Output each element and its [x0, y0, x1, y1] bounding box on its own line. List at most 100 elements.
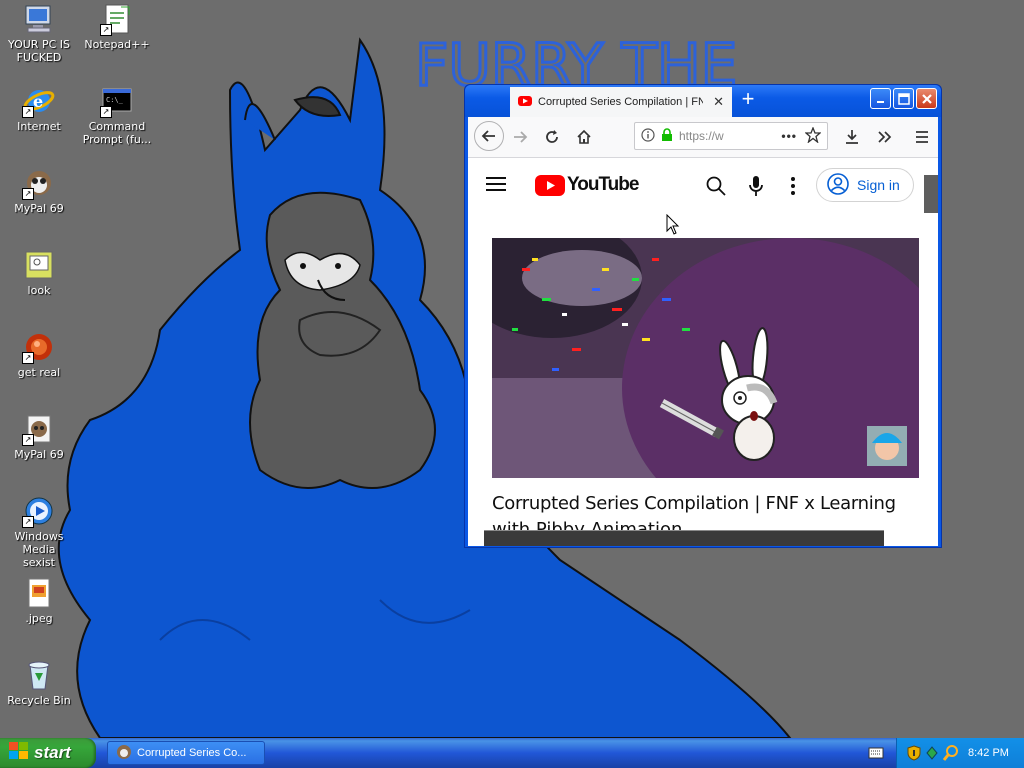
- jpeg-file-icon: [22, 576, 56, 610]
- video-thumbnail-image: [492, 238, 919, 478]
- minimize-icon: [876, 100, 884, 103]
- desktop-icon-my-computer[interactable]: YOUR PC IS FUCKED: [0, 2, 78, 64]
- svg-text:C:\_: C:\_: [106, 96, 124, 104]
- desktop-icon-command-prompt[interactable]: C:\_ ↗ Command Prompt (fu...: [78, 84, 156, 146]
- menu-button[interactable]: [910, 125, 934, 149]
- keyboard-icon[interactable]: [868, 746, 884, 765]
- browser-tab[interactable]: Corrupted Series Compilation | FNF ✕: [510, 87, 732, 117]
- video-title[interactable]: Corrupted Series Compilation | FNF x Lea…: [492, 492, 912, 516]
- reload-icon: [546, 130, 558, 143]
- desktop-icon-label: Internet: [17, 120, 61, 133]
- taskbar: start Corrupted Series Co... 8:42 PM: [0, 738, 1024, 768]
- close-button[interactable]: [916, 88, 937, 109]
- sign-in-button[interactable]: Sign in: [816, 168, 914, 202]
- desktop-icon-internet[interactable]: e ↗ Internet: [0, 84, 78, 133]
- url-bar[interactable]: https://w •••: [634, 122, 828, 150]
- maximize-button[interactable]: [893, 88, 914, 109]
- get-real-icon: ↗: [22, 330, 56, 364]
- desktop-icon-label: YOUR PC IS FUCKED: [7, 38, 70, 64]
- lock-icon: [661, 127, 673, 145]
- desktop-icon-label: Notepad++: [84, 38, 150, 51]
- mypal-icon: ↗: [22, 166, 56, 200]
- page-actions-icon[interactable]: •••: [781, 129, 797, 143]
- desktop-icon-windows-media[interactable]: ↗ Windows Media sexist: [0, 494, 78, 569]
- vertical-scrollbar[interactable]: [924, 175, 938, 213]
- security-shield-icon[interactable]: [907, 745, 921, 766]
- command-prompt-icon: C:\_ ↗: [100, 84, 134, 118]
- svg-text:e: e: [33, 92, 43, 111]
- info-icon[interactable]: [641, 127, 655, 145]
- start-label: start: [34, 743, 71, 762]
- windows-media-icon: ↗: [22, 494, 56, 528]
- web-page[interactable]: YouTube Sign in Corrupted Series Compila…: [468, 158, 938, 546]
- youtube-header: YouTube Sign in: [468, 158, 938, 214]
- hamburger-menu-icon: [916, 131, 928, 143]
- forward-button[interactable]: [508, 125, 532, 149]
- desktop-icon-label: MyPal 69: [14, 448, 64, 461]
- reload-button[interactable]: [540, 125, 564, 149]
- bookmark-star-icon[interactable]: [804, 125, 822, 146]
- browser-titlebar[interactable]: Corrupted Series Compilation | FNF ✕ +: [465, 85, 941, 117]
- desktop-icon-label: get real: [17, 366, 61, 379]
- maximize-icon: [897, 92, 910, 105]
- tab-close-icon[interactable]: ✕: [713, 94, 724, 110]
- desktop-icon-look[interactable]: look: [0, 248, 78, 297]
- browser-toolbar: https://w •••: [468, 117, 938, 158]
- mypal-icon: ↗: [22, 412, 56, 446]
- video-thumbnail[interactable]: [492, 238, 919, 478]
- desktop-icon-label: Recycle Bin: [7, 694, 71, 707]
- desktop-icon-label: Windows Media sexist: [14, 530, 64, 569]
- my-computer-icon: [22, 2, 56, 36]
- close-icon: [921, 93, 932, 104]
- more-vertical-icon[interactable]: [790, 176, 796, 201]
- notepad-plus-plus-icon: ↗: [100, 2, 134, 36]
- url-text[interactable]: https://w: [679, 129, 739, 143]
- home-icon: [577, 129, 591, 144]
- recycle-bin-icon: [22, 658, 56, 692]
- desktop-icon-get-real[interactable]: ↗ get real: [0, 330, 78, 379]
- desktop-icon-notepad-plus-plus[interactable]: ↗ Notepad++: [78, 2, 156, 51]
- search-tray-icon[interactable]: [942, 745, 959, 766]
- new-tab-button[interactable]: +: [737, 88, 759, 111]
- back-button[interactable]: [474, 121, 504, 151]
- account-circle-icon: [827, 172, 849, 198]
- microphone-icon[interactable]: [748, 175, 764, 202]
- download-icon: [846, 130, 858, 144]
- desktop-icon-recycle-bin[interactable]: Recycle Bin: [0, 658, 78, 707]
- mouse-cursor-icon: [666, 214, 680, 235]
- desktop-icon-jpeg[interactable]: .jpeg: [0, 576, 78, 625]
- downloads-button[interactable]: [840, 125, 864, 149]
- browser-window[interactable]: Corrupted Series Compilation | FNF ✕ + h…: [464, 84, 942, 548]
- taskbar-item-label: Corrupted Series Co...: [137, 747, 247, 759]
- browser-taskbar-icon: [116, 744, 132, 763]
- forward-arrow-icon: [514, 131, 528, 143]
- youtube-logo[interactable]: YouTube: [535, 174, 639, 196]
- youtube-menu-icon[interactable]: [486, 176, 506, 197]
- taskbar-item-browser[interactable]: Corrupted Series Co...: [107, 741, 265, 765]
- chevron-double-right-icon: [878, 131, 892, 143]
- youtube-favicon-icon: [518, 95, 532, 109]
- tab-title: Corrupted Series Compilation | FNF: [538, 96, 703, 108]
- back-arrow-icon: [481, 130, 495, 142]
- desktop-icon-mypal-2[interactable]: ↗ MyPal 69: [0, 412, 78, 461]
- minimize-button[interactable]: [870, 88, 891, 109]
- clock[interactable]: 8:42 PM: [968, 747, 1009, 759]
- desktop-icon-mypal[interactable]: ↗ MyPal 69: [0, 166, 78, 215]
- network-icon[interactable]: [925, 745, 939, 766]
- desktop-icon-label: .jpeg: [25, 612, 53, 625]
- youtube-wordmark: YouTube: [567, 174, 639, 195]
- internet-explorer-icon: e ↗: [22, 84, 56, 118]
- desktop-icon-label: MyPal 69: [14, 202, 64, 215]
- desktop-icon-label: Command Prompt (fu...: [82, 120, 152, 146]
- look-icon: [22, 248, 56, 282]
- horizontal-scrollbar[interactable]: [484, 530, 884, 546]
- search-icon[interactable]: [706, 176, 726, 201]
- windows-logo-icon: [9, 741, 29, 765]
- desktop-icon-label: look: [27, 284, 51, 297]
- start-button[interactable]: start: [0, 738, 96, 768]
- youtube-play-logo-icon: [535, 174, 565, 196]
- overflow-button[interactable]: [872, 125, 896, 149]
- home-button[interactable]: [572, 125, 596, 149]
- system-tray: 8:42 PM: [896, 738, 1024, 768]
- sign-in-label: Sign in: [857, 177, 900, 193]
